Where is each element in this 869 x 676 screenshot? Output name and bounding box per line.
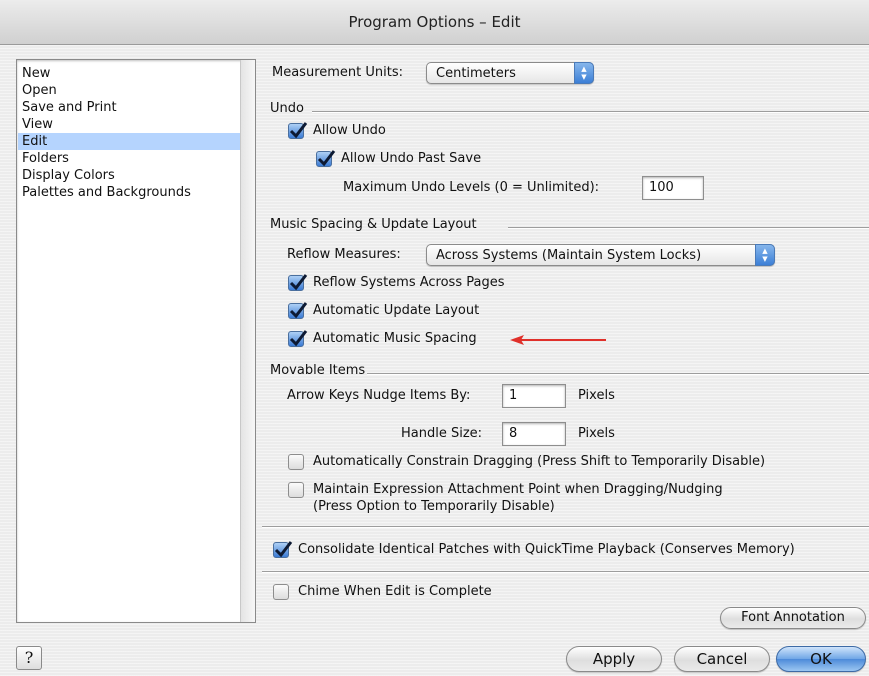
window-title: Program Options – Edit [0, 0, 869, 45]
consolidate-patches-checkbox[interactable] [273, 541, 293, 558]
reflow-measures-popup[interactable]: Across Systems (Maintain System Locks) ▲… [426, 244, 775, 266]
checkmark-icon [317, 150, 336, 167]
sidebar-item-new[interactable]: New [18, 65, 241, 82]
nudge-unit: Pixels [578, 388, 615, 403]
reflow-measures-label: Reflow Measures: [287, 247, 401, 262]
sidebar-item-palettes-and-backgrounds[interactable]: Palettes and Backgrounds [18, 184, 241, 201]
auto-update-layout-checkbox[interactable] [288, 302, 308, 319]
measurement-units-popup[interactable]: Centimeters ▲ ▼ [426, 62, 594, 84]
dialog-content: New Open Save and Print View Edit Folder… [0, 45, 869, 676]
allow-undo-checkbox[interactable] [288, 122, 308, 139]
sidebar-scrollbar[interactable] [240, 60, 255, 622]
nudge-field[interactable]: 1 [502, 384, 566, 408]
red-arrow-annotation-icon [510, 335, 606, 345]
section-divider [262, 526, 869, 528]
allow-undo-past-save-checkbox[interactable] [316, 150, 336, 167]
consolidate-patches-label: Consolidate Identical Patches with Quick… [298, 542, 795, 557]
movable-group-title: Movable Items [270, 363, 366, 378]
category-list[interactable]: New Open Save and Print View Edit Folder… [16, 59, 256, 623]
spacing-group-title: Music Spacing & Update Layout [270, 217, 477, 232]
font-annotation-button[interactable]: Font Annotation [720, 607, 866, 629]
measurement-units-label: Measurement Units: [272, 65, 403, 80]
checkmark-icon [289, 122, 308, 139]
max-undo-levels-field[interactable]: 100 [642, 176, 704, 200]
reflow-systems-checkbox[interactable] [288, 274, 308, 291]
max-undo-levels-label: Maximum Undo Levels (0 = Unlimited): [343, 180, 600, 195]
sidebar-item-save-and-print[interactable]: Save and Print [18, 99, 241, 116]
handle-size-unit: Pixels [578, 426, 615, 441]
handle-size-label: Handle Size: [401, 426, 483, 441]
sidebar-item-folders[interactable]: Folders [18, 150, 241, 167]
reflow-systems-label: Reflow Systems Across Pages [313, 275, 505, 290]
checkmark-icon [289, 302, 308, 319]
handle-size-field[interactable]: 8 [502, 422, 566, 446]
help-button[interactable]: ? [16, 646, 42, 670]
checkmark-icon [289, 330, 308, 347]
undo-group-divider [312, 111, 869, 113]
maintain-attachment-checkbox[interactable] [288, 482, 304, 498]
reflow-measures-value: Across Systems (Maintain System Locks) [436, 248, 702, 263]
chime-label: Chime When Edit is Complete [298, 584, 492, 599]
constrain-dragging-checkbox[interactable] [288, 454, 304, 470]
cancel-button[interactable]: Cancel [674, 646, 770, 672]
apply-button[interactable]: Apply [566, 646, 662, 672]
sidebar-item-view[interactable]: View [18, 116, 241, 133]
sidebar-item-display-colors[interactable]: Display Colors [18, 167, 241, 184]
measurement-units-value: Centimeters [436, 66, 516, 81]
undo-group-title: Undo [270, 101, 304, 116]
allow-undo-past-save-label: Allow Undo Past Save [341, 151, 482, 166]
movable-group-divider [367, 373, 869, 375]
sidebar-item-open[interactable]: Open [18, 82, 241, 99]
ok-button[interactable]: OK [776, 646, 866, 672]
maintain-attachment-label-line2: (Press Option to Temporarily Disable) [313, 499, 555, 514]
auto-update-layout-label: Automatic Update Layout [313, 303, 480, 318]
auto-music-spacing-checkbox[interactable] [288, 330, 308, 347]
spacing-group-divider [508, 227, 869, 229]
popup-arrows-icon: ▲ ▼ [755, 244, 775, 266]
constrain-dragging-label: Automatically Constrain Dragging (Press … [313, 454, 766, 469]
chime-checkbox[interactable] [273, 584, 289, 600]
auto-music-spacing-label: Automatic Music Spacing [313, 331, 477, 346]
sidebar-item-edit[interactable]: Edit [18, 133, 241, 150]
allow-undo-label: Allow Undo [313, 123, 386, 138]
checkmark-icon [274, 541, 293, 558]
section-divider [262, 571, 869, 573]
checkmark-icon [289, 274, 308, 291]
nudge-label: Arrow Keys Nudge Items By: [287, 388, 471, 403]
popup-arrows-icon: ▲ ▼ [574, 62, 594, 84]
maintain-attachment-label-line1: Maintain Expression Attachment Point whe… [313, 482, 723, 497]
